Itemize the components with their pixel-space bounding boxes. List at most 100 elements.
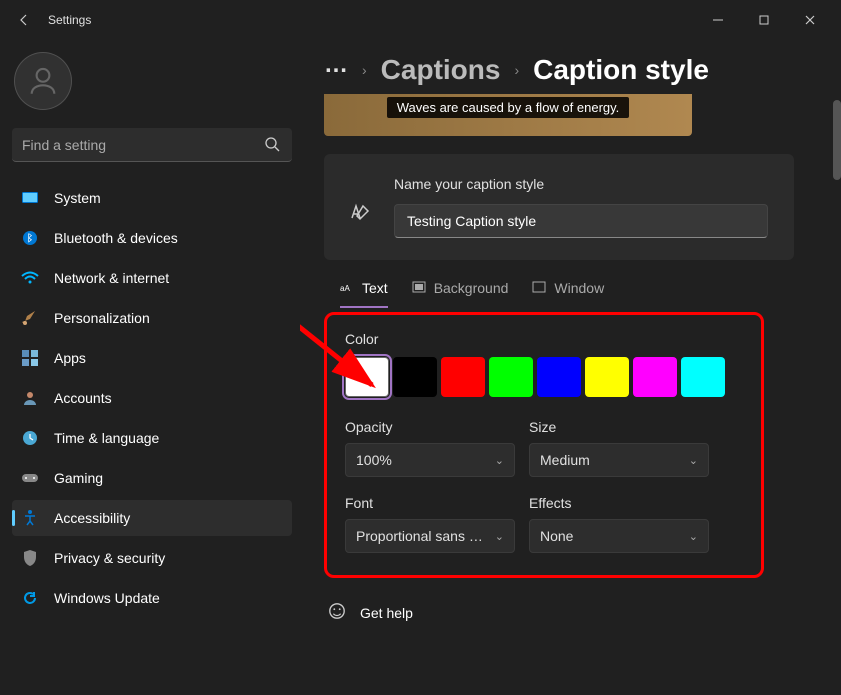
sidebar-item-personalization[interactable]: Personalization	[12, 300, 292, 336]
sidebar-item-label: Network & internet	[54, 270, 169, 286]
sidebar-item-network[interactable]: Network & internet	[12, 260, 292, 296]
color-swatches	[345, 357, 743, 397]
sidebar-item-gaming[interactable]: Gaming	[12, 460, 292, 496]
sidebar-item-label: Gaming	[54, 470, 103, 486]
sidebar-item-update[interactable]: Windows Update	[12, 580, 292, 616]
breadcrumb-parent[interactable]: Captions	[381, 54, 501, 86]
name-label: Name your caption style	[394, 176, 770, 192]
color-swatch-red[interactable]	[441, 357, 485, 397]
apps-icon	[20, 348, 40, 368]
effects-value: None	[540, 528, 573, 544]
font-label: Font	[345, 495, 515, 511]
sidebar-item-label: Time & language	[54, 430, 159, 446]
sidebar-item-system[interactable]: System	[12, 180, 292, 216]
sidebar-item-label: Privacy & security	[54, 550, 165, 566]
titlebar: Settings	[0, 0, 841, 40]
preview-caption-text: Waves are caused by a flow of energy.	[387, 97, 630, 118]
accessibility-icon	[20, 508, 40, 528]
help-label: Get help	[360, 605, 413, 621]
person-icon	[20, 388, 40, 408]
opacity-select[interactable]: 100% ⌄	[345, 443, 515, 477]
chevron-right-icon: ›	[514, 62, 519, 78]
bluetooth-icon	[20, 228, 40, 248]
app-title: Settings	[48, 13, 91, 27]
chevron-down-icon: ⌄	[495, 454, 504, 467]
color-label: Color	[345, 331, 743, 347]
sidebar-item-label: Bluetooth & devices	[54, 230, 178, 246]
search-input[interactable]	[12, 128, 292, 162]
gamepad-icon	[20, 468, 40, 488]
tab-window[interactable]: Window	[532, 280, 604, 308]
tab-label: Text	[362, 280, 388, 296]
color-swatch-cyan[interactable]	[681, 357, 725, 397]
close-button[interactable]	[787, 5, 833, 35]
sidebar-item-label: System	[54, 190, 101, 206]
sidebar-item-label: Apps	[54, 350, 86, 366]
sidebar-item-accounts[interactable]: Accounts	[12, 380, 292, 416]
caption-preview: Waves are caused by a flow of energy.	[324, 94, 692, 136]
sidebar-item-privacy[interactable]: Privacy & security	[12, 540, 292, 576]
text-icon: aA	[340, 280, 354, 296]
sidebar-item-time[interactable]: Time & language	[12, 420, 292, 456]
text-settings-panel: Color Opacity 100% ⌄	[324, 312, 764, 578]
sidebar-item-bluetooth[interactable]: Bluetooth & devices	[12, 220, 292, 256]
window-controls	[695, 5, 833, 35]
background-icon	[412, 280, 426, 296]
tab-text[interactable]: aA Text	[340, 280, 388, 308]
search-icon	[264, 136, 280, 157]
chevron-down-icon: ⌄	[689, 454, 698, 467]
wifi-icon	[20, 268, 40, 288]
sidebar-item-accessibility[interactable]: Accessibility	[12, 500, 292, 536]
system-icon	[20, 188, 40, 208]
chevron-right-icon: ›	[362, 62, 367, 78]
style-icon	[348, 198, 372, 227]
color-swatch-white[interactable]	[345, 357, 389, 397]
effects-select[interactable]: None ⌄	[529, 519, 709, 553]
window-icon	[532, 280, 546, 296]
sidebar-item-label: Accessibility	[54, 510, 130, 526]
breadcrumb-overflow[interactable]: …	[324, 51, 348, 79]
sidebar-item-apps[interactable]: Apps	[12, 340, 292, 376]
sidebar-item-label: Windows Update	[54, 590, 160, 606]
caption-style-card: Name your caption style	[324, 154, 794, 260]
update-icon	[20, 588, 40, 608]
search-box	[12, 128, 292, 162]
avatar[interactable]	[14, 52, 72, 110]
tab-background[interactable]: Background	[412, 280, 509, 308]
sidebar-item-label: Accounts	[54, 390, 112, 406]
tab-label: Window	[554, 280, 604, 296]
breadcrumb: … › Captions › Caption style	[324, 54, 821, 86]
sidebar-item-label: Personalization	[54, 310, 150, 326]
color-swatch-yellow[interactable]	[585, 357, 629, 397]
get-help-link[interactable]: Get help	[324, 578, 821, 623]
back-button[interactable]	[8, 4, 40, 36]
font-value: Proportional sans s…	[356, 528, 486, 544]
chevron-down-icon: ⌄	[495, 530, 504, 543]
caption-name-input[interactable]	[394, 204, 768, 238]
sidebar: System Bluetooth & devices Network & int…	[0, 40, 300, 695]
breadcrumb-current: Caption style	[533, 54, 709, 86]
content-area: … › Captions › Caption style Waves are c…	[300, 40, 841, 695]
opacity-value: 100%	[356, 452, 392, 468]
opacity-label: Opacity	[345, 419, 515, 435]
clock-icon	[20, 428, 40, 448]
shield-icon	[20, 548, 40, 568]
font-select[interactable]: Proportional sans s… ⌄	[345, 519, 515, 553]
effects-label: Effects	[529, 495, 709, 511]
brush-icon	[20, 308, 40, 328]
size-select[interactable]: Medium ⌄	[529, 443, 709, 477]
maximize-button[interactable]	[741, 5, 787, 35]
help-icon	[328, 602, 346, 623]
tabs: aA Text Background Window	[324, 266, 821, 308]
svg-text:aA: aA	[340, 284, 350, 293]
color-swatch-blue[interactable]	[537, 357, 581, 397]
color-swatch-green[interactable]	[489, 357, 533, 397]
size-value: Medium	[540, 452, 590, 468]
tab-label: Background	[434, 280, 509, 296]
color-swatch-black[interactable]	[393, 357, 437, 397]
scrollbar-thumb[interactable]	[833, 100, 841, 180]
minimize-button[interactable]	[695, 5, 741, 35]
chevron-down-icon: ⌄	[689, 530, 698, 543]
size-label: Size	[529, 419, 709, 435]
color-swatch-magenta[interactable]	[633, 357, 677, 397]
